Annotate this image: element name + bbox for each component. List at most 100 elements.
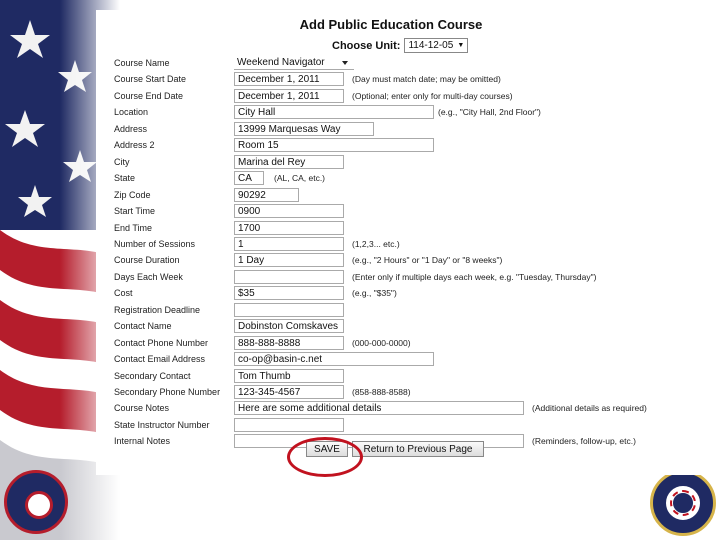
chevron-down-icon xyxy=(342,61,348,65)
form-row: Contact Name Dobinston Comskaves xyxy=(114,319,704,335)
form-input[interactable]: $35 xyxy=(234,286,344,301)
form-input[interactable] xyxy=(234,302,344,317)
field-label: Address 2 xyxy=(114,140,155,151)
field-hint: (Enter only if multiple days each week, … xyxy=(352,271,597,282)
form-input[interactable]: Marina del Rey xyxy=(234,154,344,169)
chevron-down-icon: ▼ xyxy=(457,42,465,49)
unit-label: Choose Unit: xyxy=(332,39,401,52)
field-hint: (Additional details as required) xyxy=(532,403,647,414)
field-label: Address xyxy=(114,123,148,134)
form-input[interactable]: Dobinston Comskaves xyxy=(234,319,344,334)
unit-chooser: Choose Unit: 114-12-05 ▼ xyxy=(332,38,469,53)
field-label: State Instructor Number xyxy=(114,419,210,430)
unit-value: 114-12-05 xyxy=(408,40,454,51)
field-value: Tom Thumb xyxy=(238,370,291,382)
form-row: End Time 1700 xyxy=(114,220,704,237)
field-value: City Hall xyxy=(238,107,276,119)
form-row: Secondary Contact Tom Thumb xyxy=(114,368,704,385)
form-input[interactable]: co-op@basin-c.net xyxy=(234,352,434,367)
field-value: 123-345-4567 xyxy=(238,387,301,398)
save-highlight-circle xyxy=(287,437,363,477)
field-label: State xyxy=(114,173,136,184)
course-name-select[interactable]: Weekend Navigator xyxy=(234,56,354,70)
field-value: 0900 xyxy=(238,206,261,218)
form-input[interactable]: 0900 xyxy=(234,204,344,219)
form-input[interactable]: 1 xyxy=(234,236,344,251)
field-label: Course Duration xyxy=(114,255,180,266)
form-input[interactable]: 123-345-4567 xyxy=(234,385,344,399)
form-row: Cost $35 (e.g., "$35") xyxy=(114,286,704,302)
field-label: Zip Code xyxy=(114,189,151,200)
form-row: Location City Hall (e.g., "City Hall, 2nd … xyxy=(114,105,704,121)
form-input[interactable]: 1 Day xyxy=(234,253,344,268)
field-hint: (1,2,3... etc.) xyxy=(352,238,400,249)
field-hint: (Optional; enter only for multi-day cour… xyxy=(352,90,513,101)
form-input[interactable]: CA xyxy=(234,171,264,186)
field-label: Location xyxy=(114,107,149,118)
seal-inner-icon xyxy=(25,491,53,519)
form-row: Contact Phone Number 888-888-8888 (000-000… xyxy=(114,335,704,352)
form-row: Start Time 0900 xyxy=(114,204,704,220)
field-label: Internal Notes xyxy=(114,436,171,447)
field-hint: (e.g., "2 Hours" or "1 Day" or "8 weeks"… xyxy=(352,255,503,266)
form-row: Course Name Weekend Navigator xyxy=(114,56,704,72)
field-label: Contact Email Address xyxy=(114,354,206,365)
return-button[interactable]: Return to Previous Page xyxy=(352,441,484,457)
field-label: Course Start Date xyxy=(114,74,187,85)
field-value: Marina del Rey xyxy=(238,156,306,168)
field-hint: (AL, CA, etc.) xyxy=(274,173,326,184)
field-value: 1 xyxy=(238,238,244,250)
form-input[interactable]: Tom Thumb xyxy=(234,368,344,383)
field-value: December 1, 2011 xyxy=(238,74,320,86)
form-row: Contact Email Address co-op@basin-c.net xyxy=(114,352,704,368)
form-row: Course End Date December 1, 2011 (Optional… xyxy=(114,88,704,105)
form-input[interactable] xyxy=(234,269,344,284)
field-label: City xyxy=(114,156,130,167)
form-row: State CA (AL, CA, etc.) xyxy=(114,171,704,187)
form-row: Course Start Date December 1, 2011 (Day mu… xyxy=(114,72,704,88)
field-value: Room 15 xyxy=(238,140,279,152)
field-value: 90292 xyxy=(238,189,266,201)
field-value: Dobinston Comskaves xyxy=(238,321,339,333)
field-label: Course Notes xyxy=(114,403,170,414)
field-label: End Time xyxy=(114,222,153,233)
field-label: Secondary Phone Number xyxy=(114,387,221,397)
field-label: Days Each Week xyxy=(114,271,183,282)
form-input[interactable]: City Hall xyxy=(234,105,434,120)
field-value: Weekend Navigator xyxy=(237,57,325,68)
form-input[interactable]: 888-888-8888 xyxy=(234,335,344,350)
life-ring-seal xyxy=(650,470,716,536)
field-value: CA xyxy=(238,173,252,185)
form-row: Course Notes Here are some additional det… xyxy=(114,401,704,417)
field-hint: (e.g., "City Hall, 2nd Floor") xyxy=(438,107,541,118)
form-input[interactable]: 1700 xyxy=(234,220,344,235)
field-value: $35 xyxy=(238,288,255,300)
form-input[interactable]: 13999 Marquesas Way xyxy=(234,121,374,136)
field-value: December 1, 2011 xyxy=(238,90,320,102)
form-input[interactable]: Here are some additional details xyxy=(234,401,524,416)
form-row: State Instructor Number xyxy=(114,417,704,434)
field-label: Start Time xyxy=(114,206,156,217)
field-label: Number of Sessions xyxy=(114,238,196,249)
unit-select[interactable]: 114-12-05 ▼ xyxy=(404,38,469,53)
form-input[interactable]: Room 15 xyxy=(234,138,434,153)
form-input[interactable]: December 1, 2011 xyxy=(234,88,344,103)
form-row: Secondary Phone Number 123-345-4567 (858-8… xyxy=(114,385,704,401)
form-row: Number of Sessions 1 (1,2,3... etc.) xyxy=(114,236,704,253)
form-row: Address 13999 Marquesas Way xyxy=(114,121,704,138)
form-row: Address 2 Room 15 xyxy=(114,138,704,154)
field-hint: (Day must match date; may be omitted) xyxy=(352,74,501,85)
form-row: Zip Code 90292 xyxy=(114,187,704,204)
field-label: Contact Name xyxy=(114,321,172,332)
field-label: Registration Deadline xyxy=(114,304,201,315)
form-input[interactable]: 90292 xyxy=(234,187,299,202)
coast-guard-auxiliary-seal xyxy=(4,470,68,534)
form-row: Course Duration 1 Day (e.g., "2 Hours" or … xyxy=(114,253,704,269)
form-row: Registration Deadline xyxy=(114,302,704,319)
form-input[interactable] xyxy=(234,417,344,432)
field-value: co-op@basin-c.net xyxy=(238,354,323,366)
form-input[interactable]: December 1, 2011 xyxy=(234,72,344,87)
field-label: Course End Date xyxy=(114,90,184,101)
field-label: Cost xyxy=(114,288,133,299)
field-value: 1700 xyxy=(238,222,261,234)
